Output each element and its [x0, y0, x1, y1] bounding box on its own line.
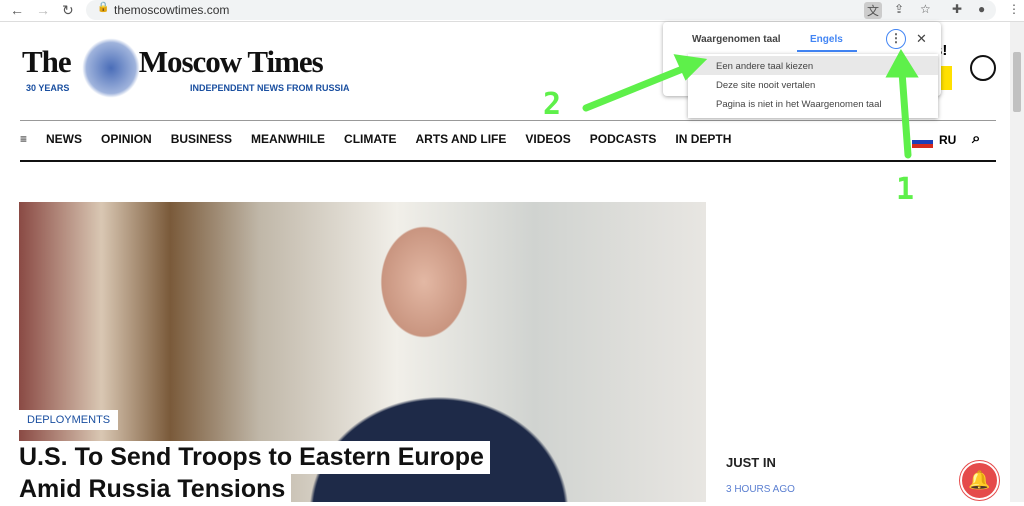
arrow-2 [582, 62, 694, 112]
arrow-2-head [673, 54, 708, 81]
step-1-label: 1 [896, 172, 915, 207]
arrow-1-head [885, 49, 919, 78]
step-2-label: 2 [543, 87, 562, 122]
annotation-arrows [582, 49, 919, 159]
arrow-1 [898, 68, 912, 159]
